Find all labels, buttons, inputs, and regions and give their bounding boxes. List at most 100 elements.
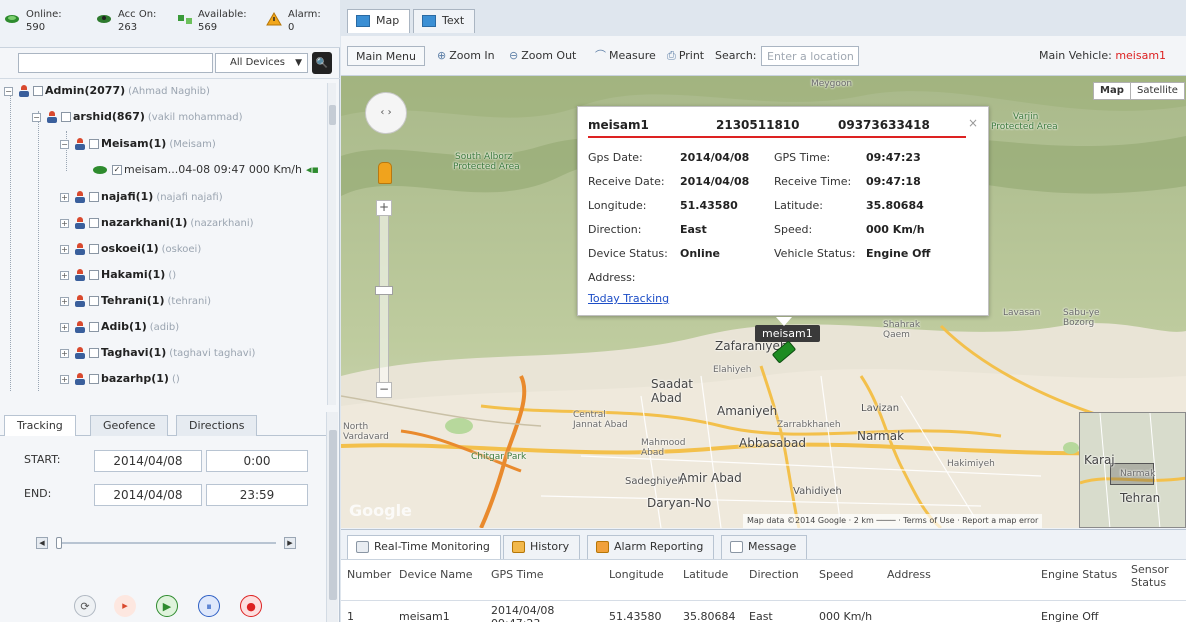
slider-left-icon[interactable]: ◀ (36, 537, 48, 549)
slider-track[interactable] (56, 542, 276, 544)
checkbox[interactable] (33, 86, 43, 96)
map-type-map[interactable]: Map (1093, 82, 1131, 100)
play-icon[interactable]: ▶ (156, 595, 178, 617)
checkbox-checked[interactable]: ✓ (112, 165, 122, 175)
device-filter-select[interactable]: All Devices ▼ (215, 53, 308, 73)
collapse-icon[interactable]: − (32, 112, 41, 122)
column-header[interactable]: Number (347, 568, 391, 598)
scroll-thumb[interactable] (329, 430, 337, 600)
collapse-icon[interactable]: − (4, 86, 13, 96)
column-header[interactable]: Longitude (609, 568, 664, 598)
tree-scrollbar[interactable] (327, 83, 336, 405)
tree-node-admin[interactable]: − Admin(2077) (Ahmad Naghib) (4, 81, 210, 101)
street-view-pegman-icon[interactable] (378, 162, 392, 184)
tree-node-taghavi[interactable]: + Taghavi(1) (taghavi taghavi) (60, 343, 255, 363)
device-search-input[interactable] (18, 53, 213, 73)
tree-node-najafi[interactable]: + najafi(1) (najafi najafi) (60, 187, 223, 207)
zoom-in-button[interactable]: ⊕ Zoom In (437, 46, 495, 66)
tracking-scrollbar[interactable] (326, 412, 338, 622)
expand-icon[interactable]: + (60, 296, 69, 306)
column-header[interactable]: Engine Status (1041, 568, 1117, 598)
slider-right-icon[interactable]: ▶ (284, 537, 296, 549)
tab-history[interactable]: History (503, 535, 581, 559)
start-date-field[interactable]: 2014/04/08 (94, 450, 202, 472)
today-tracking-link[interactable]: Today Tracking (588, 292, 669, 305)
checkbox[interactable] (89, 322, 99, 332)
table-cell[interactable]: East (749, 610, 773, 622)
expand-icon[interactable]: + (60, 218, 69, 228)
vehicle-map-label[interactable]: meisam1 (755, 325, 820, 342)
table-cell[interactable]: Engine Off (1041, 610, 1098, 622)
table-cell[interactable]: 1 (347, 610, 354, 622)
search-button[interactable]: 🔍 (312, 52, 332, 74)
main-vehicle-value[interactable]: meisam1 (1115, 49, 1166, 62)
checkbox[interactable] (89, 218, 99, 228)
print-button[interactable]: ⎙ Print (667, 46, 704, 66)
collapse-icon[interactable]: − (60, 139, 69, 149)
column-header[interactable]: GPS Time (491, 568, 544, 598)
expand-icon[interactable]: + (60, 322, 69, 332)
checkbox[interactable] (89, 244, 99, 254)
pause-icon[interactable]: ⏸ (198, 595, 220, 617)
tree-node-meisam[interactable]: − Meisam(1) (Meisam) (60, 134, 216, 154)
end-time-field[interactable]: 23:59 (206, 484, 308, 506)
tree-node-bazarhp[interactable]: + bazarhp(1)() (60, 369, 180, 389)
end-date-field[interactable]: 2014/04/08 (94, 484, 202, 506)
tab-directions[interactable]: Directions (176, 415, 258, 436)
tree-node-oskoei[interactable]: + oskoei(1) (oskoei) (60, 239, 201, 259)
zoom-slider[interactable] (379, 200, 389, 398)
tree-node-hakami[interactable]: + Hakami(1)() (60, 265, 176, 285)
column-header[interactable]: Address (887, 568, 931, 598)
tab-message[interactable]: Message (721, 535, 808, 559)
table-cell[interactable]: 35.80684 (683, 610, 736, 622)
checkbox[interactable] (89, 374, 99, 384)
tab-tracking[interactable]: Tracking (4, 415, 76, 436)
checkbox[interactable] (89, 296, 99, 306)
device-node-meisam1[interactable]: ✓ meisam...04-08 09:47 000 Km/h ◂▪ (92, 160, 319, 180)
tree-node-nazarkhani[interactable]: + nazarkhani(1) (nazarkhani) (60, 213, 254, 233)
tab-real-time-monitoring[interactable]: Real-Time Monitoring (347, 535, 501, 559)
tree-node-arshid[interactable]: − arshid(867) (vakil mohammad) (32, 107, 243, 127)
column-header[interactable]: Latitude (683, 568, 728, 598)
column-header[interactable]: Direction (749, 568, 799, 598)
refresh-icon[interactable]: ⟳ (74, 595, 96, 617)
checkbox[interactable] (89, 139, 99, 149)
map-zoom-out-icon[interactable]: − (376, 382, 392, 398)
stop-icon[interactable]: ● (240, 595, 262, 617)
map-type-satellite[interactable]: Satellite (1130, 82, 1185, 100)
expand-icon[interactable]: + (60, 192, 69, 202)
main-menu-button[interactable]: Main Menu (347, 46, 425, 66)
overview-minimap[interactable]: Karaj Tehran Narmak (1079, 412, 1186, 528)
location-search-input[interactable]: Enter a location (761, 46, 859, 66)
expand-icon[interactable]: + (60, 348, 69, 358)
table-cell[interactable]: 000 Km/h (819, 610, 872, 622)
expand-icon[interactable]: + (60, 270, 69, 280)
map-zoom-in-icon[interactable]: + (376, 200, 392, 216)
table-cell[interactable]: 51.43580 (609, 610, 662, 622)
zoom-slider-handle[interactable] (375, 286, 393, 295)
tab-alarm-reporting[interactable]: Alarm Reporting (587, 535, 715, 559)
table-cell[interactable]: meisam1 (399, 610, 450, 622)
pan-control-icon[interactable]: ‹ › (365, 92, 407, 134)
step-icon[interactable]: ▸ (114, 595, 136, 617)
map-view[interactable]: Map Satellite ‹ › + − Meygoon South Albo… (341, 76, 1186, 528)
playback-slider[interactable]: ◀ ▶ (36, 535, 296, 551)
expand-icon[interactable]: + (60, 374, 69, 384)
table-cell[interactable]: 2014/04/08 09:47:23 (491, 604, 561, 622)
tab-geofence[interactable]: Geofence (90, 415, 169, 436)
expand-icon[interactable]: + (60, 244, 69, 254)
measure-button[interactable]: ⌒ Measure (595, 46, 656, 66)
tree-node-adib[interactable]: + Adib(1) (adib) (60, 317, 179, 337)
map-attribution[interactable]: Map data ©2014 Google · 2 km ──── · Term… (743, 514, 1043, 528)
zoom-out-button[interactable]: ⊖ Zoom Out (509, 46, 576, 66)
column-header[interactable]: Device Name (399, 568, 473, 598)
tab-map[interactable]: Map (347, 9, 411, 33)
checkbox[interactable] (89, 192, 99, 202)
column-header[interactable]: Speed (819, 568, 853, 598)
tab-text[interactable]: Text (413, 9, 476, 33)
slider-knob[interactable] (56, 537, 62, 549)
tree-node-tehrani[interactable]: + Tehrani(1) (tehrani) (60, 291, 211, 311)
checkbox[interactable] (89, 270, 99, 280)
checkbox[interactable] (61, 112, 71, 122)
close-icon[interactable]: × (968, 116, 978, 130)
